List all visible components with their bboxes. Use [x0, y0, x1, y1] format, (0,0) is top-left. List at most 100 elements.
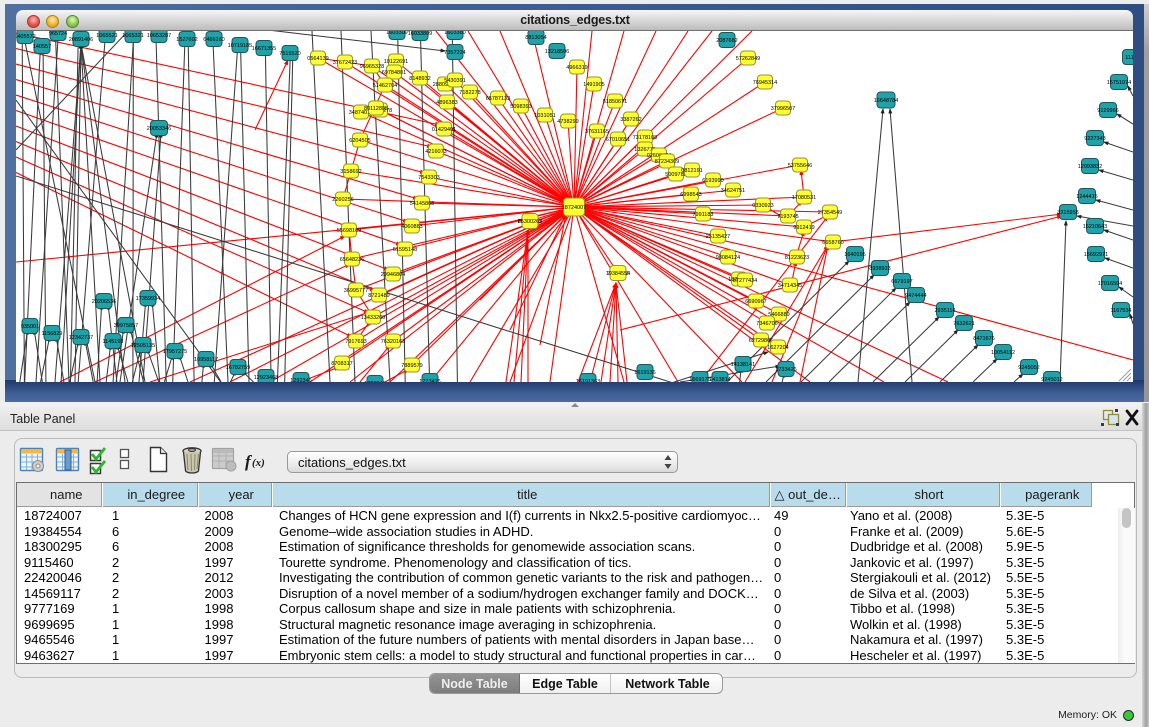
- svg-text:1413814: 1413814: [709, 377, 730, 382]
- svg-text:12342737: 12342737: [69, 335, 93, 341]
- svg-text:4896383: 4896383: [436, 100, 457, 106]
- svg-text:10653287: 10653287: [147, 33, 171, 39]
- svg-text:9245052: 9245052: [1018, 365, 1039, 371]
- svg-text:7357224: 7357224: [444, 50, 465, 56]
- svg-text:1244415: 1244415: [1076, 194, 1097, 200]
- svg-text:7991183: 7991183: [692, 212, 713, 218]
- svg-text:69784801: 69784801: [382, 70, 406, 76]
- svg-text:7543303: 7543303: [418, 175, 439, 181]
- svg-text:6466160: 6466160: [203, 37, 224, 43]
- svg-text:1065321: 1065321: [122, 33, 143, 39]
- svg-text:20891406: 20891406: [69, 37, 93, 43]
- svg-text:10122691: 10122691: [384, 59, 408, 65]
- svg-text:16210643: 16210643: [1083, 224, 1107, 230]
- svg-text:36995777: 36995777: [344, 288, 368, 294]
- svg-text:0812191: 0812191: [681, 168, 702, 174]
- svg-text:7193745: 7193745: [777, 214, 798, 220]
- svg-text:16191363: 16191363: [576, 379, 600, 382]
- svg-text:54145868: 54145868: [410, 201, 434, 207]
- svg-text:7632621: 7632621: [953, 321, 974, 327]
- svg-text:16648784: 16648784: [874, 98, 898, 104]
- svg-text:9227343: 9227343: [1084, 136, 1105, 142]
- svg-text:2260256: 2260256: [332, 197, 353, 203]
- svg-text:73178108: 73178108: [633, 135, 657, 141]
- svg-text:37996507: 37996507: [771, 106, 795, 112]
- svg-text:1065521: 1065521: [96, 33, 117, 39]
- svg-text:(x): (x): [252, 457, 265, 469]
- svg-text:1733426: 1733426: [775, 367, 796, 373]
- svg-text:18724007: 18724007: [562, 205, 586, 211]
- svg-text:12505135: 12505135: [131, 343, 155, 349]
- svg-text:1619136: 1619136: [634, 370, 655, 376]
- svg-text:13433200: 13433200: [361, 315, 385, 321]
- svg-text:98084124: 98084124: [716, 255, 740, 261]
- svg-text:9129966: 9129966: [1097, 108, 1118, 114]
- svg-text:65787133: 65787133: [486, 96, 510, 102]
- svg-text:8708317: 8708317: [331, 361, 352, 367]
- svg-text:8938923: 8938923: [869, 266, 890, 272]
- svg-text:3215958: 3215958: [1057, 210, 1078, 216]
- svg-text:965724: 965724: [49, 31, 67, 37]
- svg-text:1527602: 1527602: [176, 37, 197, 43]
- svg-text:1031051: 1031051: [534, 113, 555, 119]
- svg-text:6204505: 6204505: [349, 138, 370, 144]
- svg-text:80112805: 80112805: [364, 106, 388, 112]
- svg-text:1669176: 1669176: [689, 377, 710, 382]
- svg-text:8721489: 8721489: [368, 293, 389, 299]
- svg-text:15692971: 15692971: [1084, 252, 1108, 258]
- svg-text:1627204: 1627204: [767, 345, 788, 351]
- svg-text:14138141: 14138141: [731, 362, 755, 368]
- svg-text:96965328: 96965328: [360, 64, 384, 70]
- svg-text:12093832: 12093832: [1078, 164, 1102, 170]
- svg-text:17080531: 17080531: [792, 195, 816, 201]
- svg-text:0564139: 0564139: [307, 56, 328, 62]
- svg-text:27354549: 27354549: [818, 210, 842, 216]
- svg-text:3387262: 3387262: [620, 117, 641, 123]
- svg-text:7182278: 7182278: [459, 90, 480, 96]
- svg-text:53755646: 53755646: [788, 163, 812, 169]
- svg-text:1773426: 1773426: [419, 379, 440, 382]
- svg-text:20206536: 20206536: [92, 299, 116, 305]
- svg-text:140557: 140557: [33, 44, 51, 50]
- svg-text:7889579: 7889579: [401, 363, 422, 369]
- svg-text:16033809: 16033809: [408, 31, 432, 37]
- svg-text:1405572: 1405572: [16, 34, 36, 40]
- svg-text:5430391: 5430391: [444, 78, 465, 84]
- svg-text:81223623: 81223623: [785, 255, 809, 261]
- svg-text:19384554: 19384554: [606, 271, 630, 277]
- svg-text:8813054: 8813054: [525, 35, 546, 41]
- svg-text:7917693: 7917693: [345, 339, 366, 345]
- svg-text:1292346: 1292346: [290, 378, 311, 382]
- svg-text:9245012: 9245012: [1041, 377, 1062, 382]
- svg-text:6690967: 6690967: [745, 299, 766, 305]
- svg-text:13218506: 13218506: [545, 49, 569, 55]
- svg-text:62729806: 62729806: [749, 338, 773, 344]
- svg-text:4966319: 4966319: [566, 65, 587, 71]
- svg-text:6679197: 6679197: [891, 279, 912, 285]
- svg-text:34624751: 34624751: [721, 188, 745, 194]
- svg-text:1145193: 1145193: [102, 339, 123, 345]
- svg-text:7346706: 7346706: [756, 321, 777, 327]
- svg-text:1640195: 1640195: [844, 252, 865, 258]
- svg-text:20053346: 20053346: [147, 126, 171, 132]
- svg-text:61595148: 61595148: [393, 247, 417, 253]
- svg-text:1117: 1117: [1125, 55, 1133, 61]
- svg-text:10719185: 10719185: [228, 43, 252, 49]
- svg-text:9912419: 9912419: [793, 225, 814, 231]
- svg-text:65648236: 65648236: [340, 257, 364, 263]
- svg-text:1797345: 1797345: [364, 381, 385, 382]
- svg-text:55698169: 55698169: [337, 228, 361, 234]
- svg-text:10054112: 10054112: [991, 350, 1015, 356]
- svg-text:15751074: 15751074: [1107, 80, 1131, 86]
- svg-text:76320163: 76320163: [381, 339, 405, 345]
- svg-text:17359934: 17359934: [136, 296, 160, 302]
- svg-text:6998543: 6998543: [680, 192, 701, 198]
- svg-text:1603309: 1603309: [386, 31, 407, 36]
- svg-text:39975857: 39975857: [114, 323, 138, 329]
- svg-text:16782759: 16782759: [226, 365, 250, 371]
- svg-text:10958117: 10958117: [194, 357, 218, 363]
- svg-text:25135427: 25135427: [706, 234, 730, 240]
- svg-text:4060883: 4060883: [401, 224, 422, 230]
- svg-text:7515520: 7515520: [279, 51, 300, 57]
- svg-text:51850671: 51850671: [603, 99, 627, 105]
